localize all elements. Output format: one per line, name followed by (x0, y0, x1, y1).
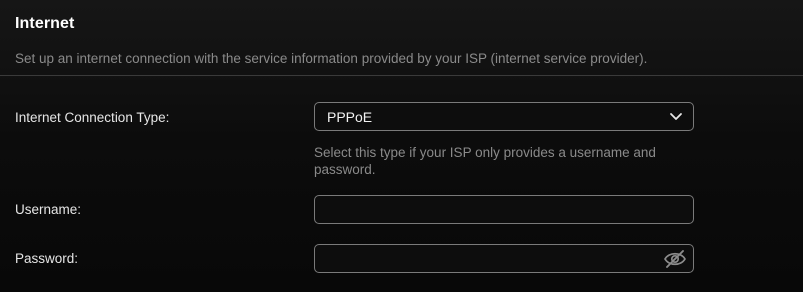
connection-type-label: Internet Connection Type: (15, 110, 170, 125)
connection-type-hint: Select this type if your ISP only provid… (314, 145, 656, 177)
password-field-container (314, 244, 694, 273)
eye-slash-icon[interactable] (663, 249, 687, 269)
password-field[interactable] (315, 245, 693, 272)
connection-type-select[interactable]: PPPoE (314, 102, 694, 131)
username-field-container (314, 195, 694, 224)
username-label: Username: (15, 202, 82, 217)
password-label: Password: (15, 251, 79, 266)
divider (0, 75, 803, 76)
section-title: Internet (15, 15, 75, 32)
chevron-down-icon (670, 113, 682, 120)
username-field[interactable] (315, 196, 693, 223)
section-description: Set up an internet connection with the s… (15, 51, 648, 66)
connection-type-value: PPPoE (327, 109, 373, 125)
